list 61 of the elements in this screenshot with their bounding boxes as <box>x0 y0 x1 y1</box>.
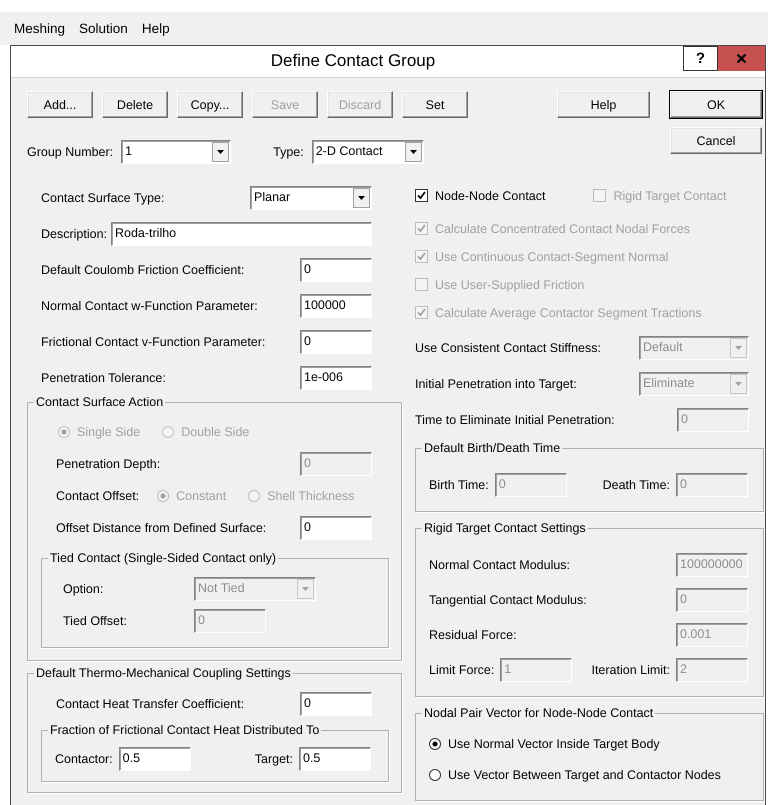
field-label: Residual Force: <box>429 628 518 642</box>
field-label: Group Number: <box>27 145 114 159</box>
group-title: Default Thermo-Mechanical Coupling Settings <box>34 666 293 681</box>
field-label: Initial Penetration into Target: <box>415 377 578 391</box>
field-label: Death Time: <box>602 478 670 492</box>
input-field[interactable]: 0.5 <box>299 747 371 771</box>
field-label: Option: <box>63 582 104 596</box>
dropdown[interactable]: Planar <box>250 186 372 210</box>
close-button[interactable] <box>718 46 765 71</box>
toolbar-button[interactable]: Add... <box>27 91 93 118</box>
field-label: Tangential Contact Modulus: <box>429 593 588 607</box>
field-label: Limit Force: <box>429 663 494 677</box>
field-label: Contact Offset: <box>56 489 140 503</box>
toolbar-button[interactable]: Set <box>402 91 468 118</box>
field-label: Contact Heat Transfer Coefficient: <box>56 697 246 711</box>
cancel-button[interactable]: Cancel <box>670 127 762 154</box>
input-field[interactable]: 0 <box>300 330 372 354</box>
field-label: Iteration Limit: <box>591 663 670 677</box>
input-field[interactable]: 0 <box>300 516 372 540</box>
menu-item[interactable]: Solution <box>79 21 128 36</box>
field-label: Birth Time: <box>429 478 489 492</box>
field-label: Frictional Contact v-Function Parameter: <box>41 335 266 349</box>
input-field[interactable]: 0 <box>300 258 372 282</box>
radio-button[interactable] <box>429 738 441 750</box>
group-title: Tied Contact (Single-Sided Contact only) <box>48 551 278 566</box>
checkbox-label[interactable]: Node-Node Contact <box>435 188 546 202</box>
radio-label[interactable]: Use Vector Between Target and Contactor Nodes <box>448 768 721 782</box>
field-label: Description: <box>41 227 107 241</box>
field-label: Use Consistent Contact Stiffness: <box>415 341 602 355</box>
dropdown[interactable]: 2-D Contact <box>312 140 424 164</box>
dropdown[interactable]: 1 <box>121 140 232 164</box>
field-label: Penetration Tolerance: <box>41 371 167 385</box>
input-field[interactable]: 100000 <box>300 294 372 318</box>
input-field[interactable]: 0.5 <box>118 747 191 771</box>
group-title: Rigid Target Contact Settings <box>422 521 588 536</box>
input-field[interactable]: 0 <box>300 692 372 716</box>
field-label: Offset Distance from Defined Surface: <box>56 521 268 535</box>
menu-item[interactable]: Meshing <box>14 21 66 36</box>
field-label: Penetration Depth: <box>56 457 162 471</box>
field-label: Type: <box>273 145 304 159</box>
input-field[interactable]: 1e-006 <box>300 366 372 390</box>
field-label: Target: <box>254 752 293 766</box>
field-label: Contact Surface Type: <box>41 191 166 205</box>
field-label: Default Coulomb Friction Coefficient: <box>41 263 246 277</box>
close-icon <box>736 53 747 64</box>
menu-item[interactable]: Help <box>142 21 170 36</box>
toolbar-button[interactable]: Delete <box>102 91 168 118</box>
radio-button[interactable] <box>429 769 441 781</box>
ok-button[interactable]: OK <box>670 91 762 118</box>
field-label: Time to Eliminate Initial Penetration: <box>415 413 616 427</box>
input-field[interactable]: Roda-trilho <box>111 222 372 246</box>
dialog-title: Define Contact Group <box>270 51 436 71</box>
field-label: Normal Contact Modulus: <box>429 558 572 572</box>
toolbar-button[interactable]: Copy... <box>177 91 243 118</box>
radio-label[interactable]: Use Normal Vector Inside Target Body <box>448 737 660 751</box>
field-label: Normal Contact w-Function Parameter: <box>41 299 259 313</box>
field-label: Contactor: <box>55 752 113 766</box>
checkbox[interactable] <box>415 189 428 202</box>
help-button[interactable]: Help <box>557 91 650 118</box>
help-button[interactable]: ? <box>683 46 718 71</box>
field-label: Tied Offset: <box>63 614 128 628</box>
